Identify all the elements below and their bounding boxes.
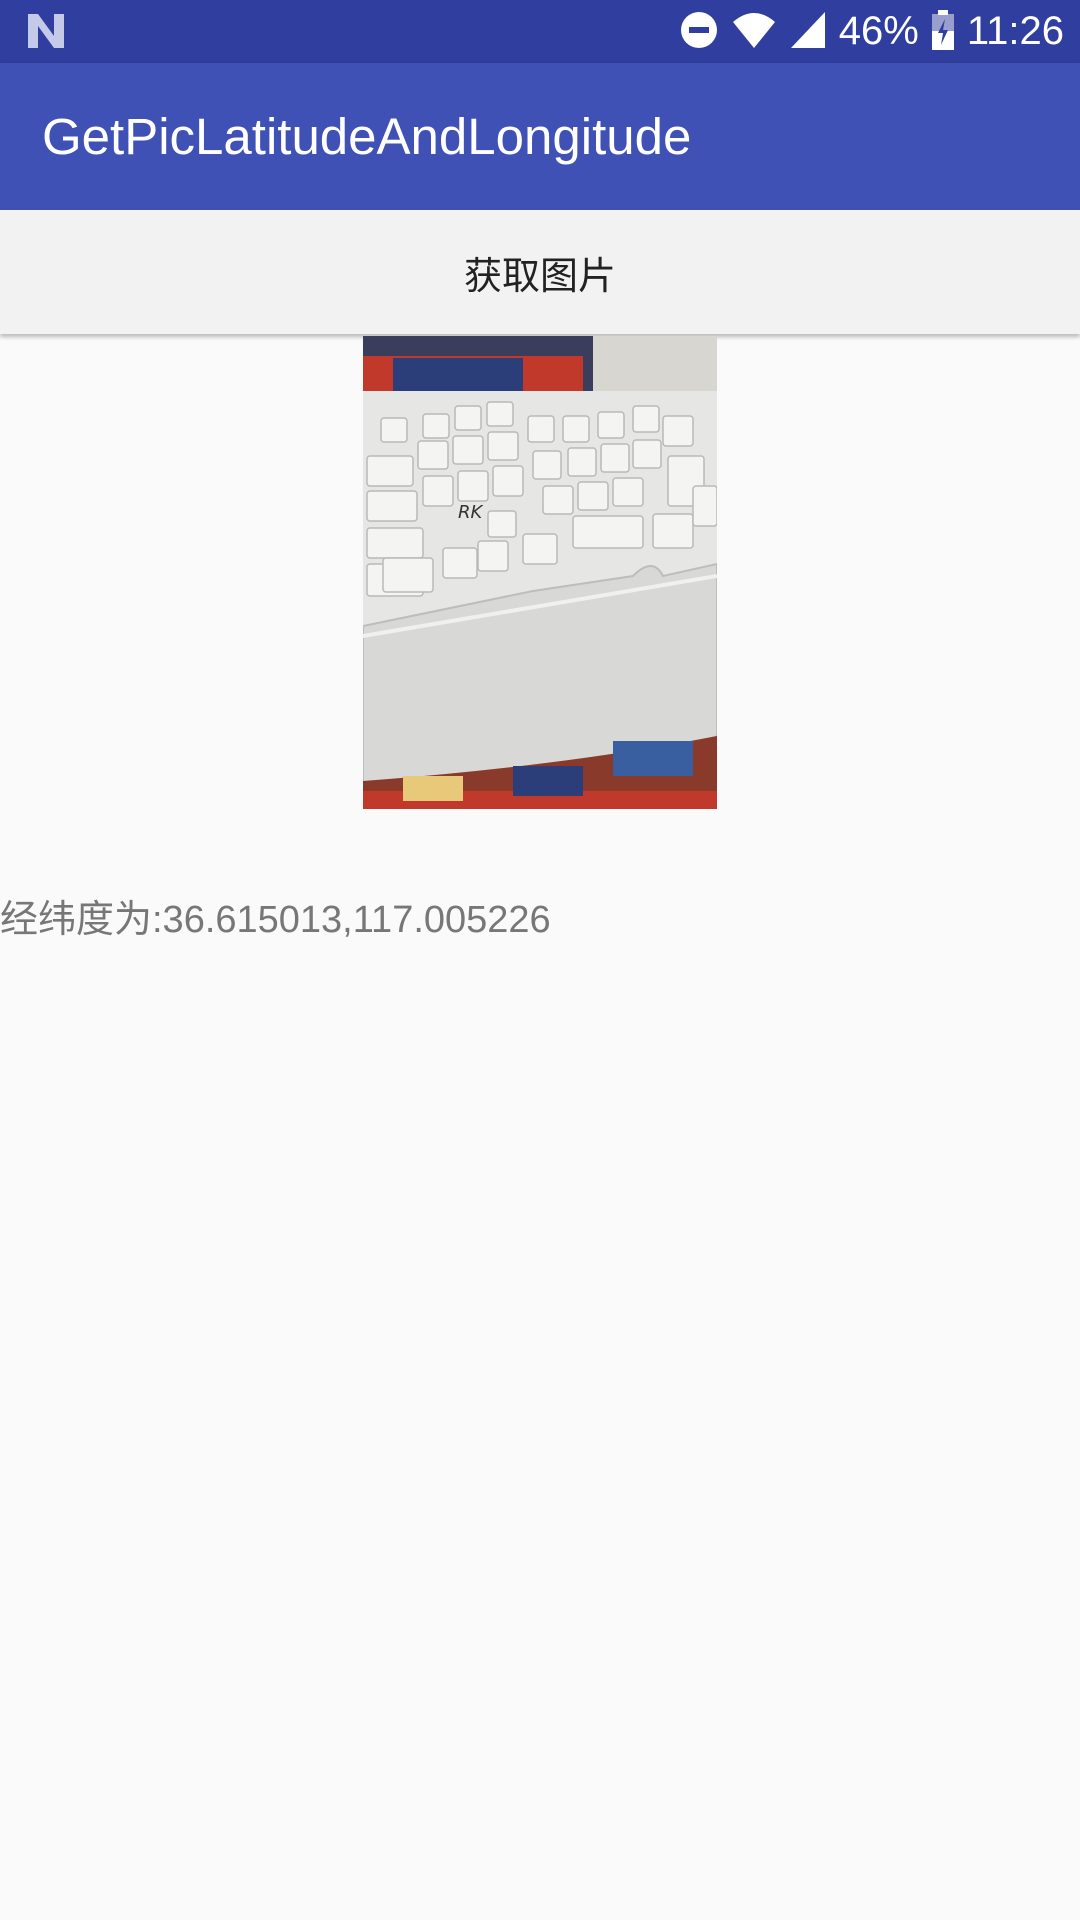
clock: 11:26 bbox=[966, 9, 1064, 53]
do-not-disturb-icon bbox=[679, 10, 719, 54]
pick-image-button[interactable]: 获取图片 bbox=[0, 210, 1080, 334]
wifi-icon bbox=[731, 10, 777, 54]
battery-icon bbox=[931, 9, 955, 55]
notification-n-icon bbox=[24, 10, 68, 52]
cell-signal-icon bbox=[789, 10, 827, 54]
app-bar: GetPicLatitudeAndLongitude bbox=[0, 63, 1080, 210]
battery-percent: 46% bbox=[838, 9, 919, 53]
selected-photo: RK bbox=[363, 336, 717, 809]
lat-long-result-text: 经纬度为:36.615013,117.005226 bbox=[0, 899, 551, 941]
svg-text:RK: RK bbox=[458, 502, 484, 523]
app-title: GetPicLatitudeAndLongitude bbox=[42, 108, 692, 165]
keyboard-photo-image: RK bbox=[363, 336, 717, 809]
status-icons: 46% 11:26 bbox=[679, 0, 1064, 63]
status-bar: 46% 11:26 bbox=[0, 0, 1080, 63]
